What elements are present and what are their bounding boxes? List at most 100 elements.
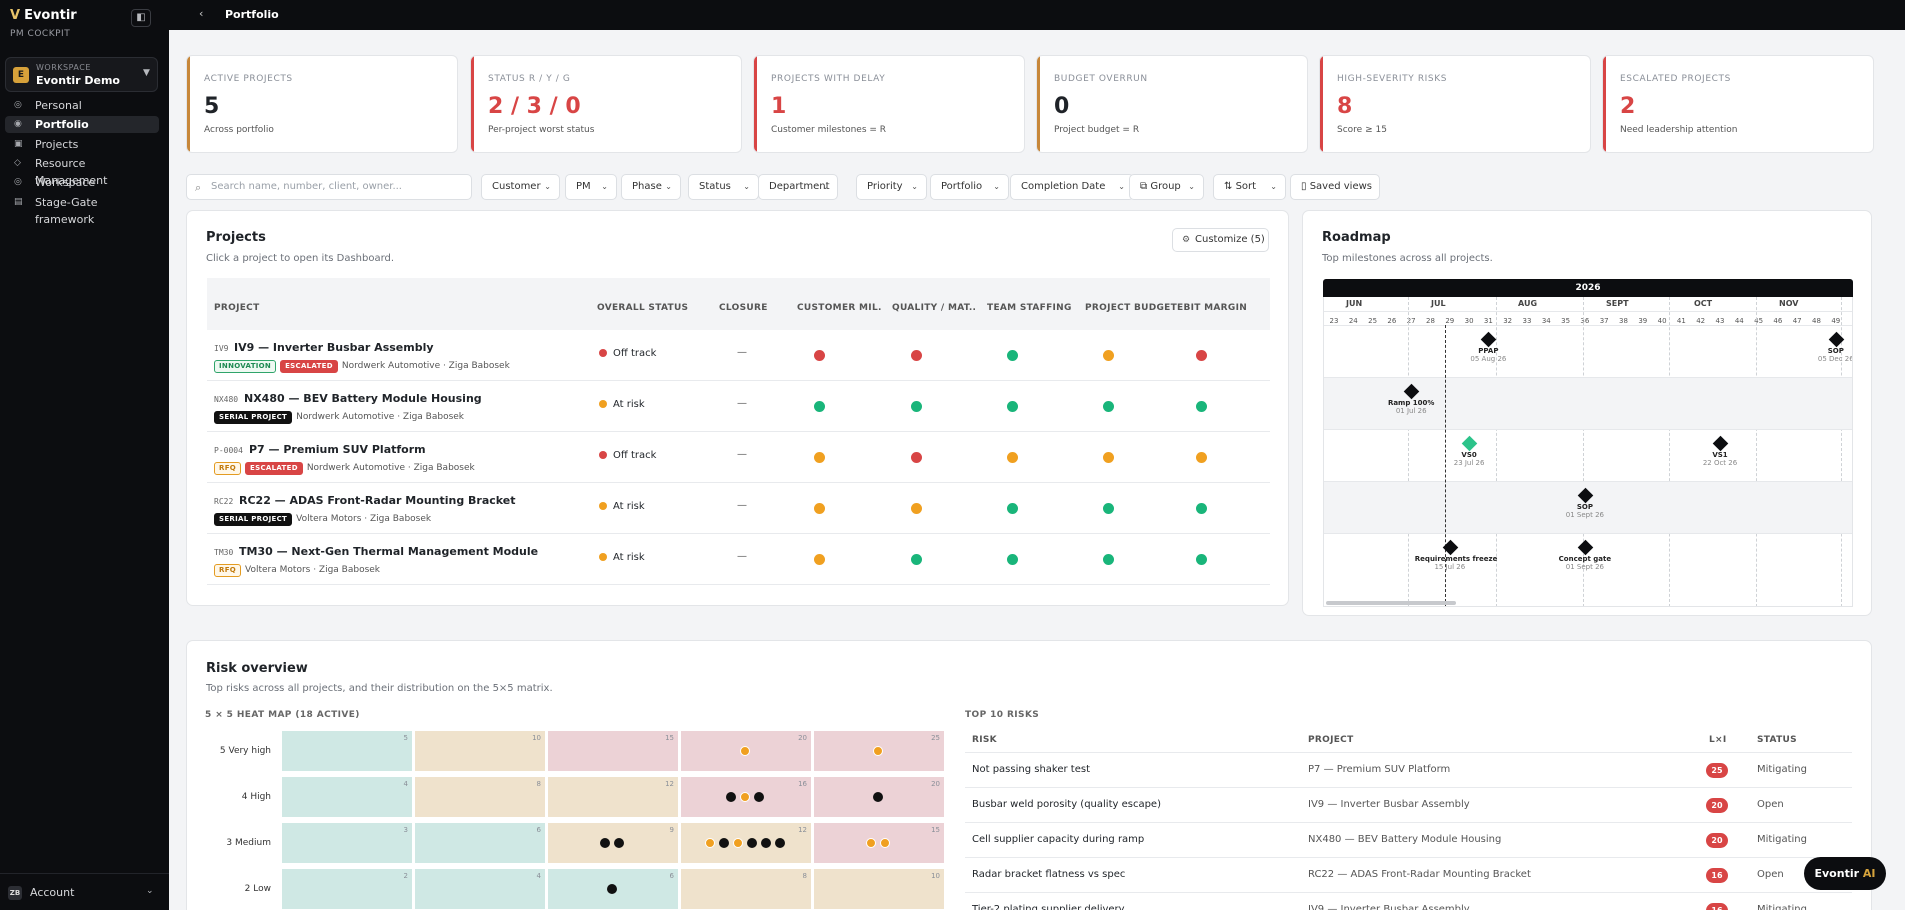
risk-row[interactable]: Cell supplier capacity during ramp NX480 … xyxy=(965,822,1852,857)
horizontal-scrollbar[interactable] xyxy=(1326,601,1456,605)
risk-dot[interactable] xyxy=(880,838,890,848)
search-input[interactable]: ⌕ Search name, number, client, owner... xyxy=(186,174,472,200)
heatmap-cell[interactable]: 6 xyxy=(547,868,679,910)
account-menu[interactable]: ZB Account ⌄ xyxy=(0,873,169,910)
heatmap-cell[interactable]: 12 xyxy=(547,776,679,818)
kpi-card[interactable]: PROJECTS WITH DELAY 1 Customer milestones … xyxy=(753,55,1025,153)
status-indicator xyxy=(1103,554,1114,565)
sidebar-item-label: Stage-Gate framework xyxy=(35,196,98,226)
milestone-diamond[interactable] xyxy=(1712,435,1729,452)
risk-dot[interactable] xyxy=(761,838,771,848)
risk-dot[interactable] xyxy=(726,792,736,802)
cell-score: 10 xyxy=(532,734,541,742)
milestone-diamond[interactable] xyxy=(1577,539,1594,556)
risk-dot[interactable] xyxy=(754,792,764,802)
heatmap-cell[interactable]: 8 xyxy=(414,776,546,818)
sidebar-item-portfolio[interactable]: ◉ Portfolio xyxy=(5,116,159,133)
heatmap-cell[interactable]: 2 xyxy=(281,868,413,910)
risk-dot[interactable] xyxy=(614,838,624,848)
risk-dot[interactable] xyxy=(740,746,750,756)
sidebar-item-stage-gate[interactable]: ▤ Stage-Gate framework xyxy=(5,194,159,226)
chevron-down-icon: ⌄ xyxy=(601,182,608,191)
risk-dot[interactable] xyxy=(705,838,715,848)
filter-saved-views-button[interactable]: ▯ Saved views xyxy=(1290,174,1380,200)
back-icon[interactable]: ‹ xyxy=(199,7,203,20)
filter-status-button[interactable]: Status ⌄ xyxy=(688,174,759,200)
filter-portfolio-button[interactable]: Portfolio ⌄ xyxy=(930,174,1009,200)
heatmap-cell[interactable]: 8 xyxy=(680,868,812,910)
table-row[interactable]: IV9 IV9 — Inverter Busbar Assembly INNOVAT… xyxy=(207,330,1270,381)
project-name: RC22 — ADAS Front-Radar Mounting Bracket xyxy=(239,494,516,507)
customize-button[interactable]: ⚙ Customize (5) xyxy=(1172,228,1269,252)
sidebar-item-workspace[interactable]: ◎ Workspace xyxy=(5,174,159,191)
status-indicator xyxy=(911,350,922,361)
table-row[interactable]: RC22 RC22 — ADAS Front-Radar Mounting Bra… xyxy=(207,483,1270,534)
heatmap-cell[interactable]: 4 xyxy=(281,776,413,818)
filter-group-button[interactable]: ⧉ Group ⌄ xyxy=(1129,174,1204,200)
risk-dot[interactable] xyxy=(747,838,757,848)
risk-dot[interactable] xyxy=(873,792,883,802)
kpi-card[interactable]: ESCALATED PROJECTS 2 Need leadership atten… xyxy=(1602,55,1874,153)
sidebar-item-projects[interactable]: ▣ Projects xyxy=(5,136,159,153)
heatmap-cell[interactable]: 9 xyxy=(547,822,679,864)
kpi-card[interactable]: ACTIVE PROJECTS 5 Across portfolio xyxy=(186,55,458,153)
cell-score: 5 xyxy=(403,734,408,742)
chevron-down-icon: ⌄ xyxy=(993,182,1000,191)
heatmap-cell[interactable]: 10 xyxy=(414,730,546,772)
risk-row[interactable]: Radar bracket flatness vs spec RC22 — ADA… xyxy=(965,857,1852,892)
heatmap-cell[interactable]: 5 xyxy=(281,730,413,772)
month-label: SEPT xyxy=(1606,299,1629,308)
risk-dot[interactable] xyxy=(719,838,729,848)
heatmap-cell[interactable]: 16 xyxy=(680,776,812,818)
cell-score: 4 xyxy=(536,872,541,880)
heatmap-cell[interactable]: 25 xyxy=(813,730,945,772)
filter-pm-button[interactable]: PM ⌄ xyxy=(565,174,617,200)
risk-dot[interactable] xyxy=(873,746,883,756)
filter-completion-date-button[interactable]: Completion Date ⌄ xyxy=(1010,174,1134,200)
kpi-card[interactable]: HIGH-SEVERITY RISKS 8 Score ≥ 15 xyxy=(1319,55,1591,153)
sidebar-toggle-button[interactable]: ◧ xyxy=(131,9,151,27)
ai-assistant-button[interactable]: Evontir AI xyxy=(1804,857,1886,890)
milestone-diamond[interactable] xyxy=(1461,435,1478,452)
milestone-diamond[interactable] xyxy=(1481,331,1497,348)
risk-dot[interactable] xyxy=(866,838,876,848)
heatmap-cell[interactable]: 20 xyxy=(680,730,812,772)
risk-dot[interactable] xyxy=(775,838,785,848)
projects-card: Projects Click a project to open its Das… xyxy=(186,210,1289,606)
heatmap-cell[interactable]: 12 xyxy=(680,822,812,864)
kpi-card[interactable]: BUDGET OVERRUN 0 Project budget = R xyxy=(1036,55,1308,153)
filter-department-button[interactable]: Department ⌄ xyxy=(758,174,838,200)
risk-dot[interactable] xyxy=(733,838,743,848)
roadmap-timeline[interactable]: JUN JUL AUG SEPT OCT NOV 23 24 25 26 27 28 29 30 31 32 3… xyxy=(1323,297,1853,607)
sidebar-item-personal[interactable]: ◎ Personal xyxy=(5,97,159,114)
risk-dot[interactable] xyxy=(600,838,610,848)
top-risks-label: TOP 10 RISKS xyxy=(965,710,1040,720)
workspace-switcher[interactable]: E WORKSPACE Evontir Demo ▼ xyxy=(5,57,158,92)
heatmap-cell[interactable]: 6 xyxy=(414,822,546,864)
risk-dot[interactable] xyxy=(740,792,750,802)
heatmap-cell[interactable]: 4 xyxy=(414,868,546,910)
table-row[interactable]: TM30 TM30 — Next-Gen Thermal Management M… xyxy=(207,534,1270,585)
heatmap-cell[interactable]: 15 xyxy=(547,730,679,772)
filter-sort-button[interactable]: ⇅ Sort ⌄ xyxy=(1213,174,1286,200)
heatmap-cell[interactable]: 15 xyxy=(813,822,945,864)
heatmap-cell[interactable]: 20 xyxy=(813,776,945,818)
heatmap-cell[interactable]: 10 xyxy=(813,868,945,910)
filter-priority-button[interactable]: Priority ⌄ xyxy=(856,174,927,200)
risk-row[interactable]: Not passing shaker test P7 — Premium SUV … xyxy=(965,752,1852,787)
brand[interactable]: V Evontir xyxy=(10,8,77,23)
risk-dot[interactable] xyxy=(607,884,617,894)
table-row[interactable]: P-0004 P7 — Premium SUV Platform RFQ ESCALA… xyxy=(207,432,1270,483)
risk-row[interactable]: Tier-2 plating supplier delivery IV9 — In… xyxy=(965,892,1852,910)
week-label: 30 xyxy=(1464,317,1474,325)
kpi-card[interactable]: STATUS R / Y / G 2 / 3 / 0 Per-project wor… xyxy=(470,55,742,153)
filter-customer-button[interactable]: Customer ⌄ xyxy=(481,174,560,200)
status-indicator xyxy=(1103,401,1114,412)
heatmap-cell[interactable]: 3 xyxy=(281,822,413,864)
table-row[interactable]: NX480 NX480 — BEV Battery Module Housing S… xyxy=(207,381,1270,432)
sidebar-item-resource-management[interactable]: ◇ Resource Management xyxy=(5,155,159,187)
filter-phase-button[interactable]: Phase ⌄ xyxy=(621,174,681,200)
risk-row[interactable]: Busbar weld porosity (quality escape) IV9… xyxy=(965,787,1852,822)
week-label: 49 xyxy=(1831,317,1841,325)
chevron-down-icon: ⌄ xyxy=(743,182,750,191)
